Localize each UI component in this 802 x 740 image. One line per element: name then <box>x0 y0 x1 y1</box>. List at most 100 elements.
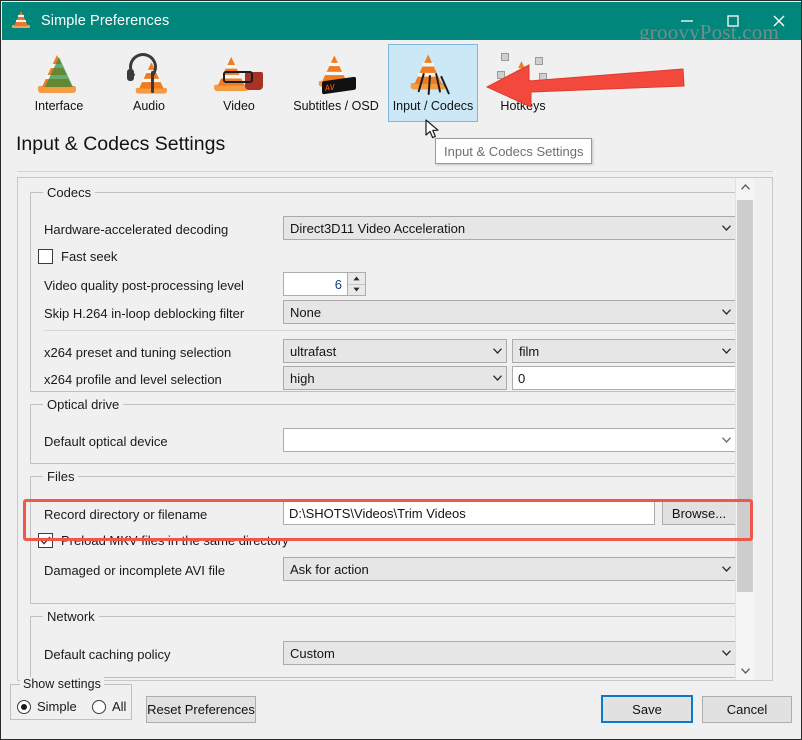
hardware-decoding-select[interactable]: Direct3D11 Video Acceleration <box>283 216 736 240</box>
fast-seek-checkbox[interactable]: Fast seek <box>38 249 117 264</box>
hardware-decoding-label: Hardware-accelerated decoding <box>44 222 229 237</box>
header-divider <box>17 171 773 172</box>
x264-profile-label: x264 profile and level selection <box>44 372 222 387</box>
chevron-down-icon <box>488 348 506 354</box>
spinner-down-icon[interactable] <box>348 285 365 296</box>
radio-circle <box>17 699 31 714</box>
title-bar: Simple Preferences <box>2 2 801 40</box>
show-settings-group: Show settings Simple All <box>10 677 132 720</box>
caching-policy-label: Default caching policy <box>44 647 171 662</box>
chevron-down-icon <box>717 650 735 656</box>
vlc-cone-interface-icon <box>31 51 87 97</box>
record-directory-label: Record directory or filename <box>44 507 208 522</box>
toolbar-item-video[interactable]: Video <box>194 44 284 122</box>
post-processing-value: 6 <box>334 276 342 292</box>
record-directory-value: D:\SHOTS\Videos\Trim Videos <box>289 505 466 521</box>
deblocking-select[interactable]: None <box>283 300 736 324</box>
x264-preset-select[interactable]: ultrafast <box>283 339 507 363</box>
preferences-window: Simple Preferences groovyPost.com Interf… <box>0 0 802 740</box>
deblocking-label: Skip H.264 in-loop deblocking filter <box>44 306 245 321</box>
scroll-up-icon[interactable] <box>736 178 754 196</box>
radio-all[interactable]: All <box>92 699 126 714</box>
default-optical-device-label: Default optical device <box>44 434 168 449</box>
toolbar-item-input-codecs[interactable]: Input / Codecs <box>388 44 478 122</box>
x264-level-input[interactable]: 0 <box>512 366 736 390</box>
browse-button[interactable]: Browse... <box>662 501 736 525</box>
settings-pane: Codecs Hardware-accelerated decoding Dir… <box>18 178 754 680</box>
optical-drive-group-title: Optical drive <box>43 397 124 412</box>
settings-scroll-area: Codecs Hardware-accelerated decoding Dir… <box>17 177 773 681</box>
vlc-cone-movie-icon <box>211 51 267 97</box>
x264-profile-select[interactable]: high <box>283 366 507 390</box>
preload-mkv-label: Preload MKV files in the same directory <box>61 533 289 548</box>
caching-policy-value: Custom <box>290 645 335 661</box>
damaged-avi-select[interactable]: Ask for action <box>283 557 736 581</box>
footer-bar: Show settings Simple All Reset Preferenc… <box>2 677 801 738</box>
chevron-down-icon <box>717 309 735 315</box>
toolbar-item-audio[interactable]: Audio <box>104 44 194 122</box>
scroll-down-icon[interactable] <box>736 662 754 680</box>
reset-preferences-button[interactable]: Reset Preferences <box>146 696 256 723</box>
vertical-scrollbar[interactable] <box>735 178 754 680</box>
x264-tuning-value: film <box>519 343 540 359</box>
radio-circle <box>92 699 106 714</box>
vlc-cone-headphones-icon <box>121 51 177 97</box>
toolbar-item-subtitles-osd[interactable]: AV Subtitles / OSD <box>284 44 388 122</box>
files-group-title: Files <box>43 469 79 484</box>
chevron-down-icon <box>717 348 735 354</box>
toolbar-item-label: Input / Codecs <box>392 99 474 113</box>
damaged-avi-value: Ask for action <box>290 561 369 577</box>
caching-policy-select[interactable]: Custom <box>283 641 736 665</box>
toolbar-item-label: Interface <box>34 99 84 113</box>
default-optical-device-select[interactable] <box>283 428 736 452</box>
network-group-title: Network <box>43 609 99 624</box>
toolbar-item-label: Audio <box>133 99 165 113</box>
checkbox-box <box>38 249 53 264</box>
hardware-decoding-value: Direct3D11 Video Acceleration <box>290 220 466 236</box>
show-settings-title: Show settings <box>20 677 104 691</box>
radio-simple-label: Simple <box>37 699 77 714</box>
vlc-cone-osd-icon: AV <box>308 51 364 97</box>
codecs-divider <box>44 330 736 331</box>
x264-level-value: 0 <box>518 370 526 386</box>
page-title: Input & Codecs Settings <box>16 133 226 155</box>
toolbar-item-hotkeys[interactable]: Hotkeys <box>478 44 568 122</box>
toolbar-item-interface[interactable]: Interface <box>14 44 104 122</box>
toolbar-item-label: Subtitles / OSD <box>293 99 379 113</box>
category-toolbar: Interface Audio Video AV Subtitles / OSD… <box>2 40 801 125</box>
chevron-down-icon <box>717 437 735 443</box>
radio-simple[interactable]: Simple <box>17 699 77 714</box>
maximize-button[interactable] <box>710 2 756 40</box>
tooltip: Input & Codecs Settings <box>435 138 593 164</box>
chevron-down-icon <box>717 566 735 572</box>
save-button[interactable]: Save <box>601 695 693 723</box>
damaged-avi-label: Damaged or incomplete AVI file <box>44 563 226 578</box>
scrollbar-thumb[interactable] <box>737 200 753 592</box>
fast-seek-label: Fast seek <box>61 249 118 264</box>
vlc-cone-icon <box>12 11 32 31</box>
x264-preset-value: ultrafast <box>290 343 337 359</box>
minimize-button[interactable] <box>664 2 710 40</box>
x264-profile-value: high <box>290 370 315 386</box>
close-button[interactable] <box>756 2 801 40</box>
chevron-down-icon <box>488 375 506 381</box>
x264-preset-label: x264 preset and tuning selection <box>44 345 232 360</box>
record-directory-input[interactable]: D:\SHOTS\Videos\Trim Videos <box>283 501 655 525</box>
window-title: Simple Preferences <box>41 13 170 29</box>
spinner-buttons[interactable] <box>347 273 365 295</box>
post-processing-spinner[interactable]: 6 <box>283 272 366 296</box>
codecs-group-title: Codecs <box>43 185 96 200</box>
preload-mkv-checkbox[interactable]: Preload MKV files in the same directory <box>38 533 289 548</box>
post-processing-label: Video quality post-processing level <box>44 278 244 293</box>
chevron-down-icon <box>717 225 735 231</box>
vlc-cone-keys-icon <box>495 51 551 97</box>
checkbox-box <box>38 533 53 548</box>
deblocking-value: None <box>290 304 322 320</box>
x264-tuning-select[interactable]: film <box>512 339 736 363</box>
vlc-cone-cables-icon <box>405 51 461 97</box>
radio-all-label: All <box>112 699 127 714</box>
cancel-button[interactable]: Cancel <box>702 696 792 723</box>
toolbar-item-label: Video <box>223 99 255 113</box>
spinner-up-icon[interactable] <box>348 273 365 285</box>
toolbar-item-label: Hotkeys <box>500 99 546 113</box>
